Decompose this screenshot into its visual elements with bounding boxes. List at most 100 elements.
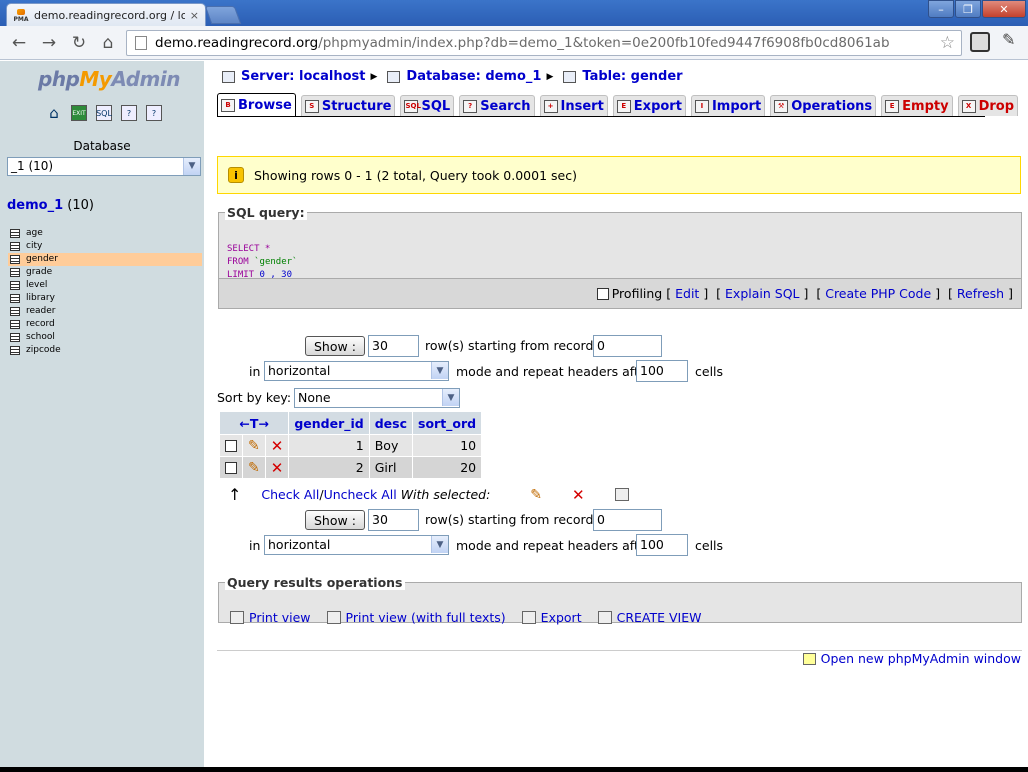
start-record-input-bottom[interactable]: 0 xyxy=(593,509,662,531)
tab-export[interactable]: E Export xyxy=(612,95,686,116)
exit-icon[interactable]: EXIT xyxy=(71,105,87,121)
check-all-link[interactable]: Check All xyxy=(261,487,319,502)
row-checkbox[interactable] xyxy=(225,461,237,474)
bookmark-star-icon[interactable]: ☆ xyxy=(940,33,955,53)
display-mode-select[interactable]: horizontal ▼ xyxy=(264,361,449,381)
pencil-edit-icon[interactable]: ✎ xyxy=(248,438,260,454)
new-tab-button[interactable] xyxy=(204,6,242,24)
table-icon[interactable] xyxy=(10,307,20,316)
delete-icon[interactable]: ✕ xyxy=(271,437,284,455)
column-header-sort_ord[interactable]: sort_ord xyxy=(413,412,482,434)
query-window-icon[interactable]: SQL xyxy=(96,105,112,121)
breadcrumb-table[interactable]: Table: gender xyxy=(582,69,682,84)
display-mode-select-bottom[interactable]: horizontal ▼ xyxy=(264,535,449,555)
tab-import[interactable]: I Import xyxy=(690,95,766,116)
maximize-icon[interactable]: ❐ xyxy=(955,0,981,18)
table-icon[interactable] xyxy=(10,294,20,303)
printer-icon xyxy=(230,611,244,624)
sidebar-item-grade[interactable]: grade xyxy=(8,266,202,279)
database-link[interactable]: demo_1 xyxy=(7,198,63,213)
sql-code: SELECT * FROM `gender` LIMIT 0 , 30 xyxy=(227,244,298,280)
uncheck-all-link[interactable]: Uncheck All xyxy=(324,487,397,502)
home-icon[interactable]: ⌂ xyxy=(46,104,62,122)
tab-sql[interactable]: SQL SQL xyxy=(400,95,455,116)
edit-selected-icon[interactable]: ✎ xyxy=(530,487,542,503)
row-delete-cell[interactable]: ✕ xyxy=(265,435,289,456)
forward-arrow-icon[interactable]: → xyxy=(38,32,60,54)
print-view-link[interactable]: Print view xyxy=(230,610,311,625)
row-select-cell[interactable] xyxy=(220,435,242,456)
tab-operations[interactable]: ⚒ Operations xyxy=(770,95,877,116)
sidebar-item-record[interactable]: record xyxy=(8,318,202,331)
row-edit-cell[interactable]: ✎ xyxy=(243,457,265,478)
sql-documentation-icon[interactable]: ? xyxy=(146,105,162,121)
repeat-headers-input-bottom[interactable]: 100 xyxy=(636,534,688,556)
wrench-menu-icon[interactable]: ✎ xyxy=(1002,30,1015,49)
table-icon[interactable] xyxy=(10,333,20,342)
pencil-edit-icon[interactable]: ✎ xyxy=(248,460,260,476)
new-window-icon xyxy=(802,652,816,665)
sidebar-item-city[interactable]: city xyxy=(8,240,202,253)
sidebar-item-gender[interactable]: gender xyxy=(8,253,202,266)
show-button-bottom[interactable]: Show : xyxy=(305,510,365,530)
reload-icon[interactable]: ↻ xyxy=(68,32,90,54)
breadcrumb-database[interactable]: Database: demo_1 xyxy=(406,69,541,84)
show-button[interactable]: Show : xyxy=(305,336,365,356)
table-icon[interactable] xyxy=(10,229,20,238)
address-bar[interactable]: demo.readingrecord.org/phpmyadmin/index.… xyxy=(126,30,962,56)
tab-drop[interactable]: X Drop xyxy=(957,95,1019,116)
sidebar-item-zipcode[interactable]: zipcode xyxy=(8,344,202,357)
column-header-gender_id[interactable]: gender_id xyxy=(289,412,369,434)
profiling-checkbox[interactable] xyxy=(596,287,609,300)
create-php-code-link[interactable]: Create PHP Code xyxy=(825,286,931,301)
tab-insert[interactable]: + Insert xyxy=(539,95,608,116)
back-arrow-icon[interactable]: ← xyxy=(8,32,30,54)
extension-icon[interactable] xyxy=(970,32,990,52)
open-new-window-link[interactable]: Open new phpMyAdmin window xyxy=(821,651,1021,666)
tab-search[interactable]: ? Search xyxy=(459,95,535,116)
table-icon[interactable] xyxy=(10,281,20,290)
delete-selected-icon[interactable]: ✕ xyxy=(572,486,585,504)
sidebar-item-level[interactable]: level xyxy=(8,279,202,292)
window-close-icon[interactable]: ✕ xyxy=(982,0,1026,18)
home-icon[interactable]: ⌂ xyxy=(97,32,119,54)
row-edit-cell[interactable]: ✎ xyxy=(243,435,265,456)
documentation-icon[interactable]: ? xyxy=(121,105,137,121)
rows-count-input-bottom[interactable]: 30 xyxy=(368,509,419,531)
table-icon[interactable] xyxy=(10,255,20,264)
row-select-cell[interactable] xyxy=(220,457,242,478)
database-select[interactable]: _1 (10) ▼ xyxy=(7,157,201,176)
start-record-input[interactable]: 0 xyxy=(593,335,662,357)
create-view-link[interactable]: CREATE VIEW xyxy=(597,610,702,625)
table-icon[interactable] xyxy=(10,268,20,277)
row-checkbox[interactable] xyxy=(225,439,237,452)
sidebar-item-reader[interactable]: reader xyxy=(8,305,202,318)
delete-icon[interactable]: ✕ xyxy=(271,459,284,477)
explain-sql-link[interactable]: Explain SQL xyxy=(725,286,799,301)
table-icon[interactable] xyxy=(10,242,20,251)
column-header-desc[interactable]: desc xyxy=(369,412,412,434)
sidebar-item-library[interactable]: library xyxy=(8,292,202,305)
breadcrumb-server[interactable]: Server: localhost xyxy=(241,69,365,84)
sidebar-item-age[interactable]: age xyxy=(8,227,202,240)
sidebar-item-label: record xyxy=(26,319,55,329)
tab-structure[interactable]: S Structure xyxy=(300,95,396,116)
repeat-headers-input[interactable]: 100 xyxy=(636,360,688,382)
sort-by-key-select[interactable]: None ▼ xyxy=(294,388,460,408)
tab-empty[interactable]: E Empty xyxy=(881,95,953,116)
table-icon[interactable] xyxy=(10,346,20,355)
table-icon[interactable] xyxy=(10,320,20,329)
export-selected-icon[interactable] xyxy=(614,488,629,501)
edit-query-link[interactable]: Edit xyxy=(675,286,699,301)
tab-browse[interactable]: B Browse xyxy=(217,93,296,116)
row-delete-cell[interactable]: ✕ xyxy=(265,457,289,478)
print-view-full-link[interactable]: Print view (with full texts) xyxy=(326,610,506,625)
browser-tab[interactable]: PMA demo.readingrecord.org / loc × xyxy=(6,3,206,27)
refresh-link[interactable]: Refresh xyxy=(957,286,1004,301)
minimize-icon[interactable]: – xyxy=(928,0,954,18)
phpmyadmin-logo[interactable]: phpMyAdmin xyxy=(38,67,180,91)
rows-count-input[interactable]: 30 xyxy=(368,335,419,357)
sidebar-item-school[interactable]: school xyxy=(8,331,202,344)
tab-close-icon[interactable]: × xyxy=(190,9,199,22)
export-link[interactable]: Export xyxy=(521,610,582,625)
